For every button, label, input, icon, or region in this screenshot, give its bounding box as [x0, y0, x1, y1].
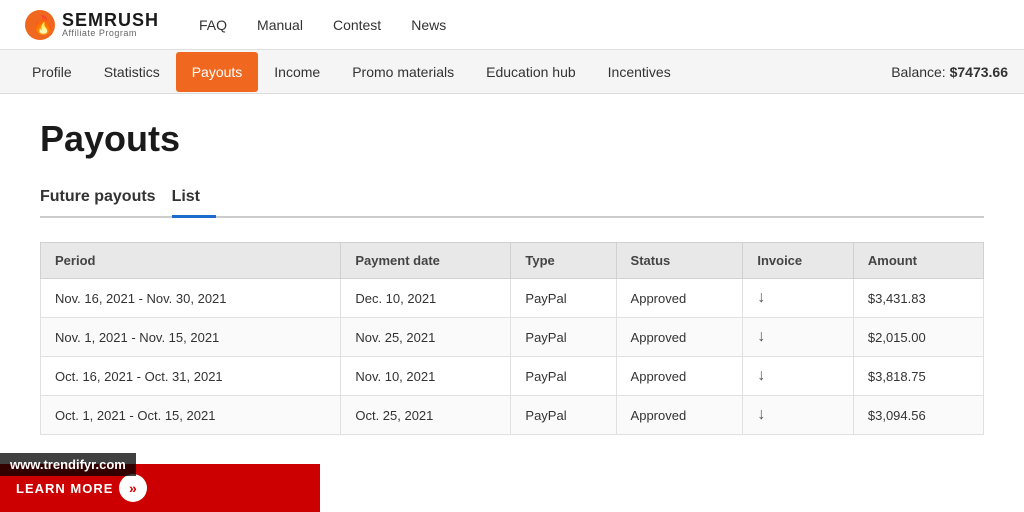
subnav-statistics[interactable]: Statistics — [88, 52, 176, 92]
download-icon[interactable]: ↓ — [757, 367, 765, 384]
chevron-circle: » — [119, 474, 147, 502]
nav-contest[interactable]: Contest — [333, 17, 381, 33]
cell-status: Approved — [616, 318, 743, 357]
cell-period: Nov. 16, 2021 - Nov. 30, 2021 — [41, 279, 341, 318]
download-icon[interactable]: ↓ — [757, 406, 765, 423]
nav-faq[interactable]: FAQ — [199, 17, 227, 33]
logo-icon: 🔥 — [24, 9, 56, 41]
download-icon[interactable]: ↓ — [757, 289, 765, 306]
cell-payment-date: Nov. 25, 2021 — [341, 318, 511, 357]
cell-invoice[interactable]: ↓ — [743, 357, 854, 396]
cell-period: Nov. 1, 2021 - Nov. 15, 2021 — [41, 318, 341, 357]
subnav-payouts[interactable]: Payouts — [176, 52, 259, 92]
nav-news[interactable]: News — [411, 17, 446, 33]
cell-payment-date: Oct. 25, 2021 — [341, 396, 511, 435]
col-type: Type — [511, 243, 616, 279]
top-nav: 🔥 SEMRUSH Affiliate Program FAQ Manual C… — [0, 0, 1024, 50]
chevron-right-icon: » — [129, 480, 138, 496]
table-row: Oct. 1, 2021 - Oct. 15, 2021 Oct. 25, 20… — [41, 396, 984, 435]
col-invoice: Invoice — [743, 243, 854, 279]
cell-amount: $3,094.56 — [853, 396, 983, 435]
cell-period: Oct. 1, 2021 - Oct. 15, 2021 — [41, 396, 341, 435]
cell-type: PayPal — [511, 396, 616, 435]
cell-type: PayPal — [511, 318, 616, 357]
col-amount: Amount — [853, 243, 983, 279]
watermark: www.trendifyr.com — [0, 453, 136, 476]
payout-table: Period Payment date Type Status Invoice … — [40, 242, 984, 435]
learn-more-button[interactable]: LEARN MORE » — [16, 474, 147, 502]
cell-status: Approved — [616, 279, 743, 318]
sub-nav-links: Profile Statistics Payouts Income Promo … — [16, 52, 891, 92]
cell-amount: $3,818.75 — [853, 357, 983, 396]
subnav-education[interactable]: Education hub — [470, 52, 592, 92]
table-row: Nov. 1, 2021 - Nov. 15, 2021 Nov. 25, 20… — [41, 318, 984, 357]
subnav-profile[interactable]: Profile — [16, 52, 88, 92]
logo-area: 🔥 SEMRUSH Affiliate Program — [24, 9, 159, 41]
cell-period: Oct. 16, 2021 - Oct. 31, 2021 — [41, 357, 341, 396]
balance-display: Balance: $7473.66 — [891, 64, 1008, 80]
cell-status: Approved — [616, 357, 743, 396]
cell-invoice[interactable]: ↓ — [743, 396, 854, 435]
learn-more-label: LEARN MORE — [16, 481, 113, 496]
cell-amount: $2,015.00 — [853, 318, 983, 357]
cell-payment-date: Dec. 10, 2021 — [341, 279, 511, 318]
subnav-income[interactable]: Income — [258, 52, 336, 92]
balance-value: $7473.66 — [950, 64, 1008, 80]
svg-text:🔥: 🔥 — [32, 14, 54, 35]
table-row: Nov. 16, 2021 - Nov. 30, 2021 Dec. 10, 2… — [41, 279, 984, 318]
logo-sub: Affiliate Program — [62, 29, 159, 38]
cell-payment-date: Nov. 10, 2021 — [341, 357, 511, 396]
col-period: Period — [41, 243, 341, 279]
col-status: Status — [616, 243, 743, 279]
page-title: Payouts — [40, 118, 984, 160]
sub-nav: Profile Statistics Payouts Income Promo … — [0, 50, 1024, 94]
tab-list[interactable]: List — [172, 180, 216, 216]
table-header: Period Payment date Type Status Invoice … — [41, 243, 984, 279]
table-body: Nov. 16, 2021 - Nov. 30, 2021 Dec. 10, 2… — [41, 279, 984, 435]
col-payment-date: Payment date — [341, 243, 511, 279]
cell-invoice[interactable]: ↓ — [743, 318, 854, 357]
cell-status: Approved — [616, 396, 743, 435]
download-icon[interactable]: ↓ — [757, 328, 765, 345]
main-content: Payouts Future payouts List Period Payme… — [0, 94, 1024, 459]
subnav-promo[interactable]: Promo materials — [336, 52, 470, 92]
top-nav-links: FAQ Manual Contest News — [199, 17, 446, 33]
cell-type: PayPal — [511, 357, 616, 396]
table-row: Oct. 16, 2021 - Oct. 31, 2021 Nov. 10, 2… — [41, 357, 984, 396]
logo-text: SEMRUSH Affiliate Program — [62, 11, 159, 38]
logo-name: SEMRUSH — [62, 11, 159, 29]
nav-manual[interactable]: Manual — [257, 17, 303, 33]
subnav-incentives[interactable]: Incentives — [592, 52, 687, 92]
cell-amount: $3,431.83 — [853, 279, 983, 318]
tab-future-payouts[interactable]: Future payouts — [40, 180, 172, 216]
cell-type: PayPal — [511, 279, 616, 318]
tabs-container: Future payouts List — [40, 180, 984, 218]
cell-invoice[interactable]: ↓ — [743, 279, 854, 318]
balance-label: Balance: — [891, 64, 945, 80]
